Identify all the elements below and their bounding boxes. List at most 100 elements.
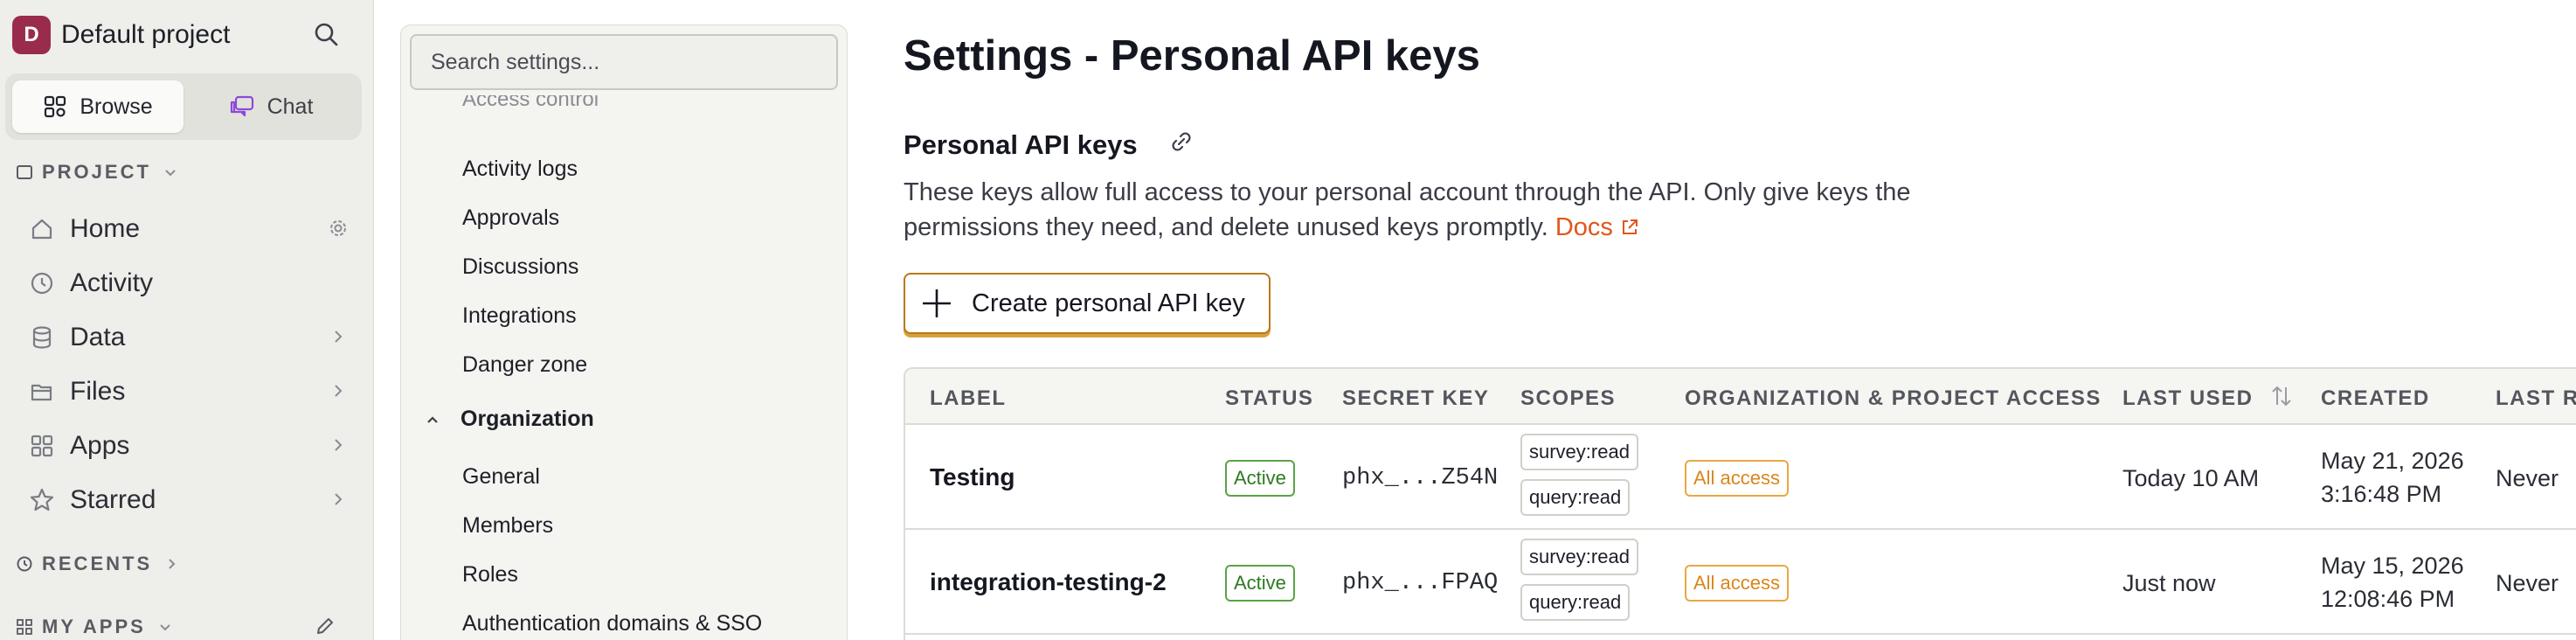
- sidebar-item-files[interactable]: Files: [26, 367, 350, 416]
- home-icon: [26, 213, 58, 245]
- link-icon[interactable]: [1169, 129, 1194, 161]
- scope-tag: query:read: [1520, 479, 1631, 516]
- access-badge: All access: [1685, 460, 1790, 497]
- key-label: Testing: [930, 463, 1015, 490]
- menu-item-roles[interactable]: Roles: [462, 562, 518, 588]
- sidebar-item-apps[interactable]: Apps: [26, 421, 350, 470]
- create-button-label: Create personal API key: [972, 289, 1245, 317]
- column-created[interactable]: CREATED: [2321, 386, 2430, 411]
- my-apps-header-label: MY APPS: [42, 616, 146, 637]
- chevron-down-icon: [165, 170, 176, 177]
- create-api-key-button[interactable]: Create personal API key: [904, 273, 1271, 334]
- project-header-label: PROJECT: [42, 161, 151, 183]
- created-time-line: 12:08:46 PM: [2321, 586, 2455, 612]
- status-badge: Active: [1225, 460, 1295, 497]
- created-date-line: May 15, 2026: [2321, 553, 2464, 579]
- clock-icon: [26, 268, 58, 299]
- external-link-icon: [1622, 219, 1638, 234]
- menu-item-integrations[interactable]: Integrations: [462, 303, 577, 329]
- menu-item-approvals[interactable]: Approvals: [462, 205, 559, 231]
- menu-item-danger-zone[interactable]: Danger zone: [462, 352, 587, 378]
- database-icon: [26, 322, 58, 353]
- column-scopes[interactable]: SCOPES: [1520, 386, 1616, 411]
- view-toggle: Browse Chat: [5, 73, 362, 140]
- sidebar-item-home[interactable]: Home: [26, 205, 350, 254]
- chevron-down-icon: [160, 624, 170, 631]
- search-icon[interactable]: [311, 19, 343, 51]
- last-rolled: Never: [2496, 465, 2559, 491]
- recents-header-label: RECENTS: [42, 553, 153, 574]
- project-section-header[interactable]: PROJECT: [16, 161, 188, 184]
- my-apps-section-header[interactable]: MY APPS: [16, 616, 183, 638]
- sidebar-item-label: Data: [70, 323, 126, 351]
- column-access[interactable]: ORGANIZATION & PROJECT ACCESS: [1685, 386, 2102, 411]
- plus-icon: [923, 289, 951, 317]
- scope-tag: query:read: [1520, 584, 1631, 621]
- main-content: Settings - Personal API keys Personal AP…: [904, 0, 2576, 640]
- sidebar-item-activity[interactable]: Activity: [26, 259, 350, 308]
- last-used: Today 10 AM: [2122, 465, 2260, 491]
- docs-link-label: Docs: [1555, 213, 1613, 241]
- table-row[interactable]: Testing Active phx_...Z54N survey:read q…: [905, 427, 2576, 530]
- folder-icon: [17, 165, 32, 179]
- chevron-up-icon: [427, 415, 438, 423]
- gear-icon[interactable]: [327, 217, 350, 247]
- column-secret-key[interactable]: SECRET KEY: [1342, 386, 1489, 411]
- project-avatar: D: [12, 16, 51, 54]
- star-icon: [26, 484, 58, 516]
- grid-icon: [45, 95, 66, 118]
- menu-group-label: Organization: [460, 407, 594, 431]
- menu-item-discussions[interactable]: Discussions: [462, 254, 578, 280]
- scope-tag: survey:read: [1520, 434, 1638, 470]
- page-title: Settings - Personal API keys: [904, 32, 1480, 80]
- project-name: Default project: [61, 20, 231, 49]
- menu-item-general[interactable]: General: [462, 464, 540, 490]
- table-row[interactable]: integration-testing-2 Active phx_...FPAQ…: [905, 532, 2576, 635]
- column-status[interactable]: STATUS: [1225, 386, 1313, 411]
- secret-key: phx_...FPAQ: [1342, 570, 1499, 596]
- folder-open-icon: [26, 376, 58, 407]
- chevron-right-icon: [327, 379, 350, 409]
- chevron-right-icon: [327, 488, 350, 518]
- sidebar-item-starred[interactable]: Starred: [26, 476, 350, 525]
- project-switcher[interactable]: D Default project: [12, 16, 230, 54]
- apps-grid-icon: [26, 430, 58, 462]
- sort-icon[interactable]: [2268, 383, 2295, 414]
- recents-section-header[interactable]: RECENTS: [16, 553, 189, 575]
- chat-label: Chat: [267, 94, 314, 119]
- sidebar-item-label: Files: [70, 377, 126, 406]
- settings-menu: Access control Activity logs Approvals D…: [400, 24, 848, 640]
- column-last-used[interactable]: LAST USED: [2122, 386, 2254, 411]
- chat-icon: [230, 95, 253, 117]
- menu-group-organization[interactable]: Organization: [424, 407, 594, 432]
- section-title: Personal API keys: [904, 129, 1194, 161]
- scope-tag: survey:read: [1520, 539, 1638, 575]
- sidebar-item-label: Home: [70, 214, 141, 243]
- column-last-rolled[interactable]: LAST ROLLED: [2496, 386, 2576, 411]
- menu-item-members[interactable]: Members: [462, 513, 553, 539]
- menu-item-activity-logs[interactable]: Activity logs: [462, 157, 578, 182]
- key-label: integration-testing-2: [930, 568, 1167, 595]
- chevron-right-icon: [169, 559, 176, 569]
- created-date: May 21, 2026 3:16:48 PM: [2321, 444, 2464, 511]
- settings-search-input[interactable]: [410, 34, 838, 90]
- created-date: May 15, 2026 12:08:46 PM: [2321, 549, 2464, 616]
- menu-item-access-control[interactable]: Access control: [462, 95, 599, 109]
- docs-link[interactable]: Docs: [1555, 213, 1639, 241]
- created-date-line: May 21, 2026: [2321, 448, 2464, 474]
- sidebar-item-data[interactable]: Data: [26, 313, 350, 362]
- description: These keys allow full access to your per…: [904, 175, 1952, 245]
- secret-key: phx_...Z54N: [1342, 465, 1499, 491]
- sidebar-item-label: Starred: [70, 485, 156, 514]
- sidebar-item-label: Apps: [70, 431, 130, 460]
- left-navigation: D Default project Browse Chat PROJECT Ho…: [0, 0, 374, 640]
- chevron-right-icon: [327, 434, 350, 463]
- section-title-text: Personal API keys: [904, 129, 1138, 160]
- access-badge: All access: [1685, 565, 1790, 602]
- menu-item-authentication-sso[interactable]: Authentication domains & SSO: [462, 611, 762, 637]
- chat-button[interactable]: Chat: [185, 80, 357, 133]
- column-label[interactable]: LABEL: [930, 386, 1007, 411]
- browse-button[interactable]: Browse: [12, 80, 184, 133]
- edit-icon[interactable]: [315, 616, 336, 640]
- last-used: Just now: [2122, 570, 2216, 596]
